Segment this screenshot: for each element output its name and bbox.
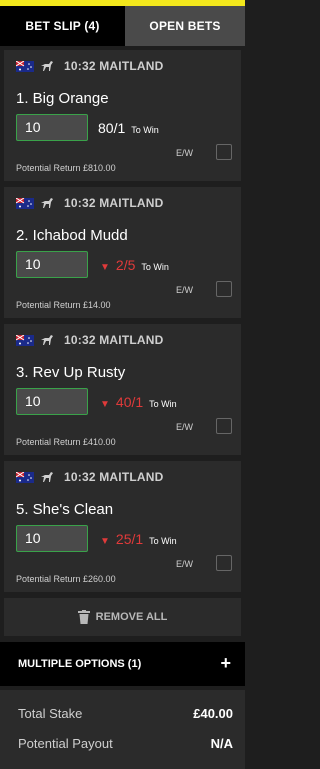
to-win-label: To Win [149,536,177,546]
selection-name: 1. Big Orange [16,90,109,107]
potential-payout-label: Potential Payout [18,736,113,751]
each-way-label: E/W [176,422,193,432]
each-way-label: E/W [176,285,193,295]
to-win-label: To Win [141,262,169,272]
to-win-label: To Win [131,125,159,135]
stake-input[interactable]: 10 [16,251,88,278]
totals-panel: Total Stake £40.00 Potential Payout N/A [0,690,245,769]
bet-card: 10:32 MAITLAND 3. Rev Up Rusty 10 ▼ 40/1… [4,324,241,455]
odds-display: ▼ 40/1 To Win [100,394,177,410]
race-time-venue: 10:32 MAITLAND [64,59,164,73]
plus-icon[interactable]: + [220,653,231,674]
potential-return: Potential Return £14.00 [16,300,111,310]
race-header: 10:32 MAITLAND [16,332,163,348]
potential-payout-value: N/A [210,736,233,751]
greyhound-icon [41,472,53,482]
australia-flag-icon [16,471,34,483]
australia-flag-icon [16,60,34,72]
potential-payout-row: Potential Payout N/A [18,736,233,751]
odds-value: 2/5 [115,257,136,273]
potential-return: Potential Return £410.00 [16,437,116,447]
race-time-venue: 10:32 MAITLAND [64,470,164,484]
odds-drift-chevron-icon: ▼ [100,262,110,273]
odds-display: ▼ 25/1 To Win [100,531,177,547]
selection-name: 5. She's Clean [16,501,114,518]
selection-name: 2. Ichabod Mudd [16,227,128,244]
multiple-options-row[interactable]: MULTIPLE OPTIONS (1) + [0,642,245,686]
race-time-venue: 10:32 MAITLAND [64,196,164,210]
odds-value: 25/1 [115,531,144,547]
bet-card: 10:32 MAITLAND 2. Ichabod Mudd 10 ▼ 2/5 … [4,187,241,318]
each-way-checkbox[interactable] [216,418,232,434]
race-time-venue: 10:32 MAITLAND [64,333,164,347]
odds-value: 40/1 [115,394,144,410]
to-win-label: To Win [149,399,177,409]
remove-all-label: REMOVE ALL [95,611,168,623]
each-way-label: E/W [176,559,193,569]
remove-all-button[interactable]: REMOVE ALL [4,598,241,636]
odds-display: ▼ 2/5 To Win [100,257,169,273]
odds-value: 80/1 [98,120,126,136]
bet-tabs: BET SLIP (4) OPEN BETS [0,6,245,46]
total-stake-label: Total Stake [18,706,83,721]
selection-name: 3. Rev Up Rusty [16,364,126,381]
multiple-options-label: MULTIPLE OPTIONS (1) [18,658,142,670]
each-way-checkbox[interactable] [216,144,232,160]
odds-drift-chevron-icon: ▼ [100,399,110,410]
stake-input[interactable]: 10 [16,388,88,415]
greyhound-icon [41,61,53,71]
race-header: 10:32 MAITLAND [16,58,163,74]
tab-bet-slip[interactable]: BET SLIP (4) [0,6,125,46]
greyhound-icon [41,335,53,345]
total-stake-row: Total Stake £40.00 [18,706,233,721]
bet-card: 10:32 MAITLAND 5. She's Clean 10 ▼ 25/1 … [4,461,241,592]
potential-return: Potential Return £260.00 [16,574,116,584]
stake-input[interactable]: 10 [16,114,88,141]
total-stake-value: £40.00 [193,706,233,721]
greyhound-icon [41,198,53,208]
potential-return: Potential Return £810.00 [16,163,116,173]
australia-flag-icon [16,334,34,346]
bet-card: 10:32 MAITLAND 1. Big Orange 10 80/1 To … [4,50,241,181]
odds-display: 80/1 To Win [98,120,159,136]
australia-flag-icon [16,197,34,209]
odds-drift-chevron-icon: ▼ [100,536,110,547]
tab-open-bets[interactable]: OPEN BETS [125,6,245,46]
each-way-checkbox[interactable] [216,281,232,297]
each-way-checkbox[interactable] [216,555,232,571]
race-header: 10:32 MAITLAND [16,469,163,485]
race-header: 10:32 MAITLAND [16,195,163,211]
stake-input[interactable]: 10 [16,525,88,552]
trash-icon [77,610,90,624]
each-way-label: E/W [176,148,193,158]
